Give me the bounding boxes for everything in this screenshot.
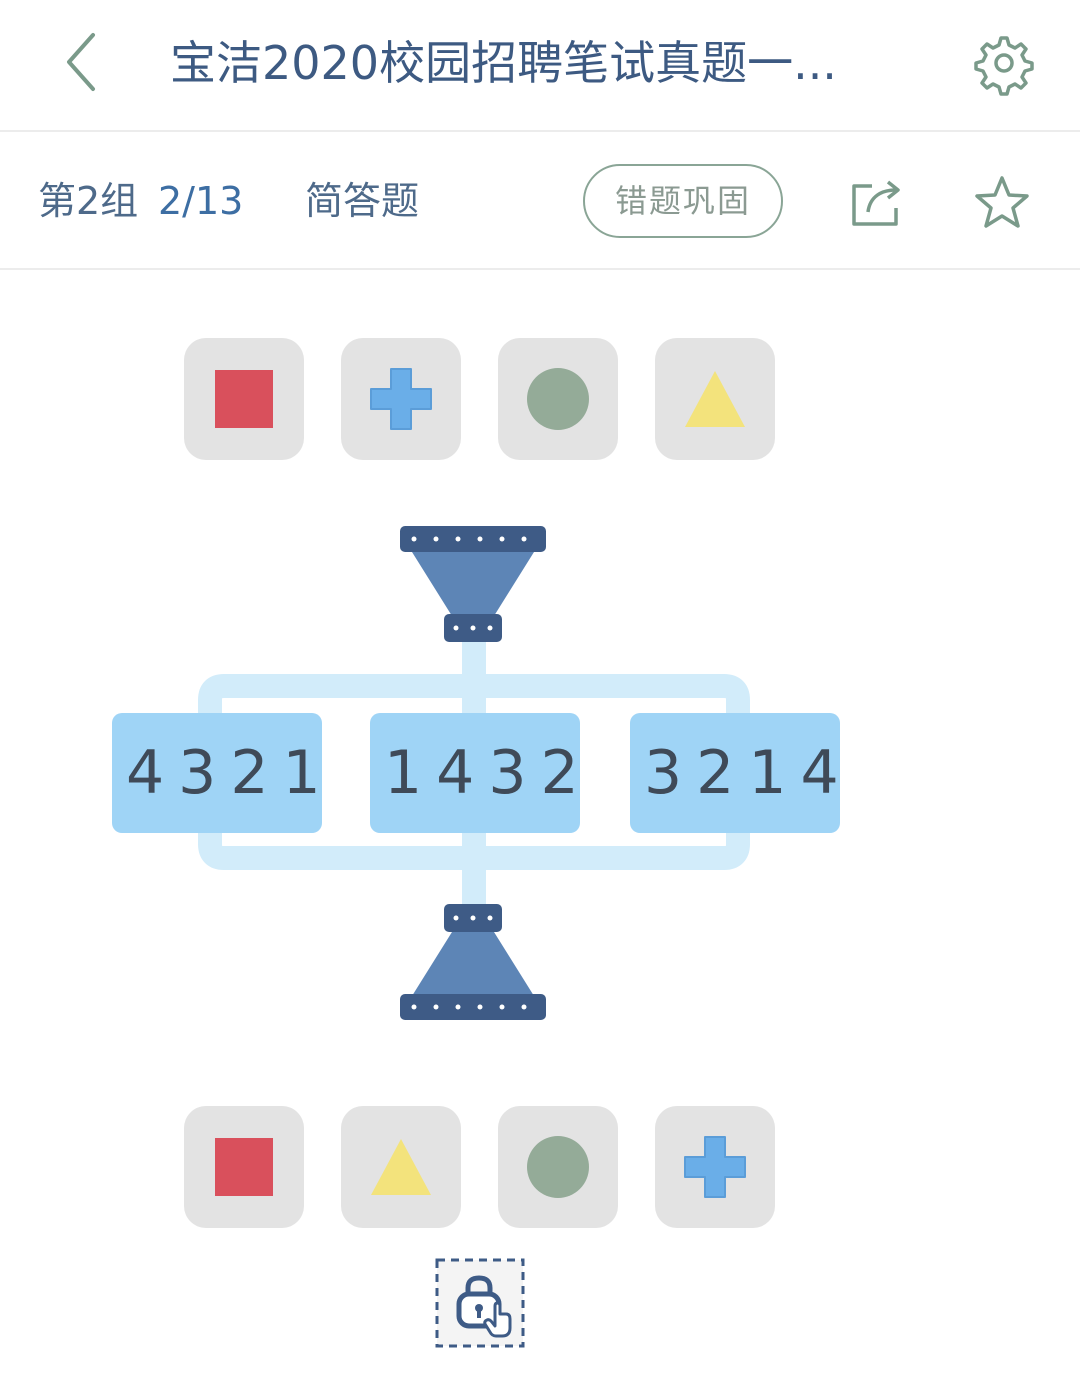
code-box-1: 4321 — [112, 713, 322, 833]
bottom-tile-4 — [655, 1106, 775, 1228]
bottom-tile-3 — [498, 1106, 618, 1228]
green-circle-icon — [527, 1136, 589, 1198]
bottom-tile-2 — [341, 1106, 461, 1228]
yellow-triangle-icon — [371, 1139, 431, 1195]
red-square-icon — [215, 1138, 273, 1196]
lock-icon — [435, 1258, 525, 1348]
code-box-3: 3214 — [630, 713, 840, 833]
unlock-button[interactable] — [435, 1258, 525, 1348]
code-box-2: 1432 — [370, 713, 580, 833]
blue-cross-icon — [684, 1136, 746, 1198]
bottom-tile-1 — [184, 1106, 304, 1228]
bottom-funnel-icon — [400, 904, 546, 1020]
top-funnel-icon — [400, 526, 546, 642]
